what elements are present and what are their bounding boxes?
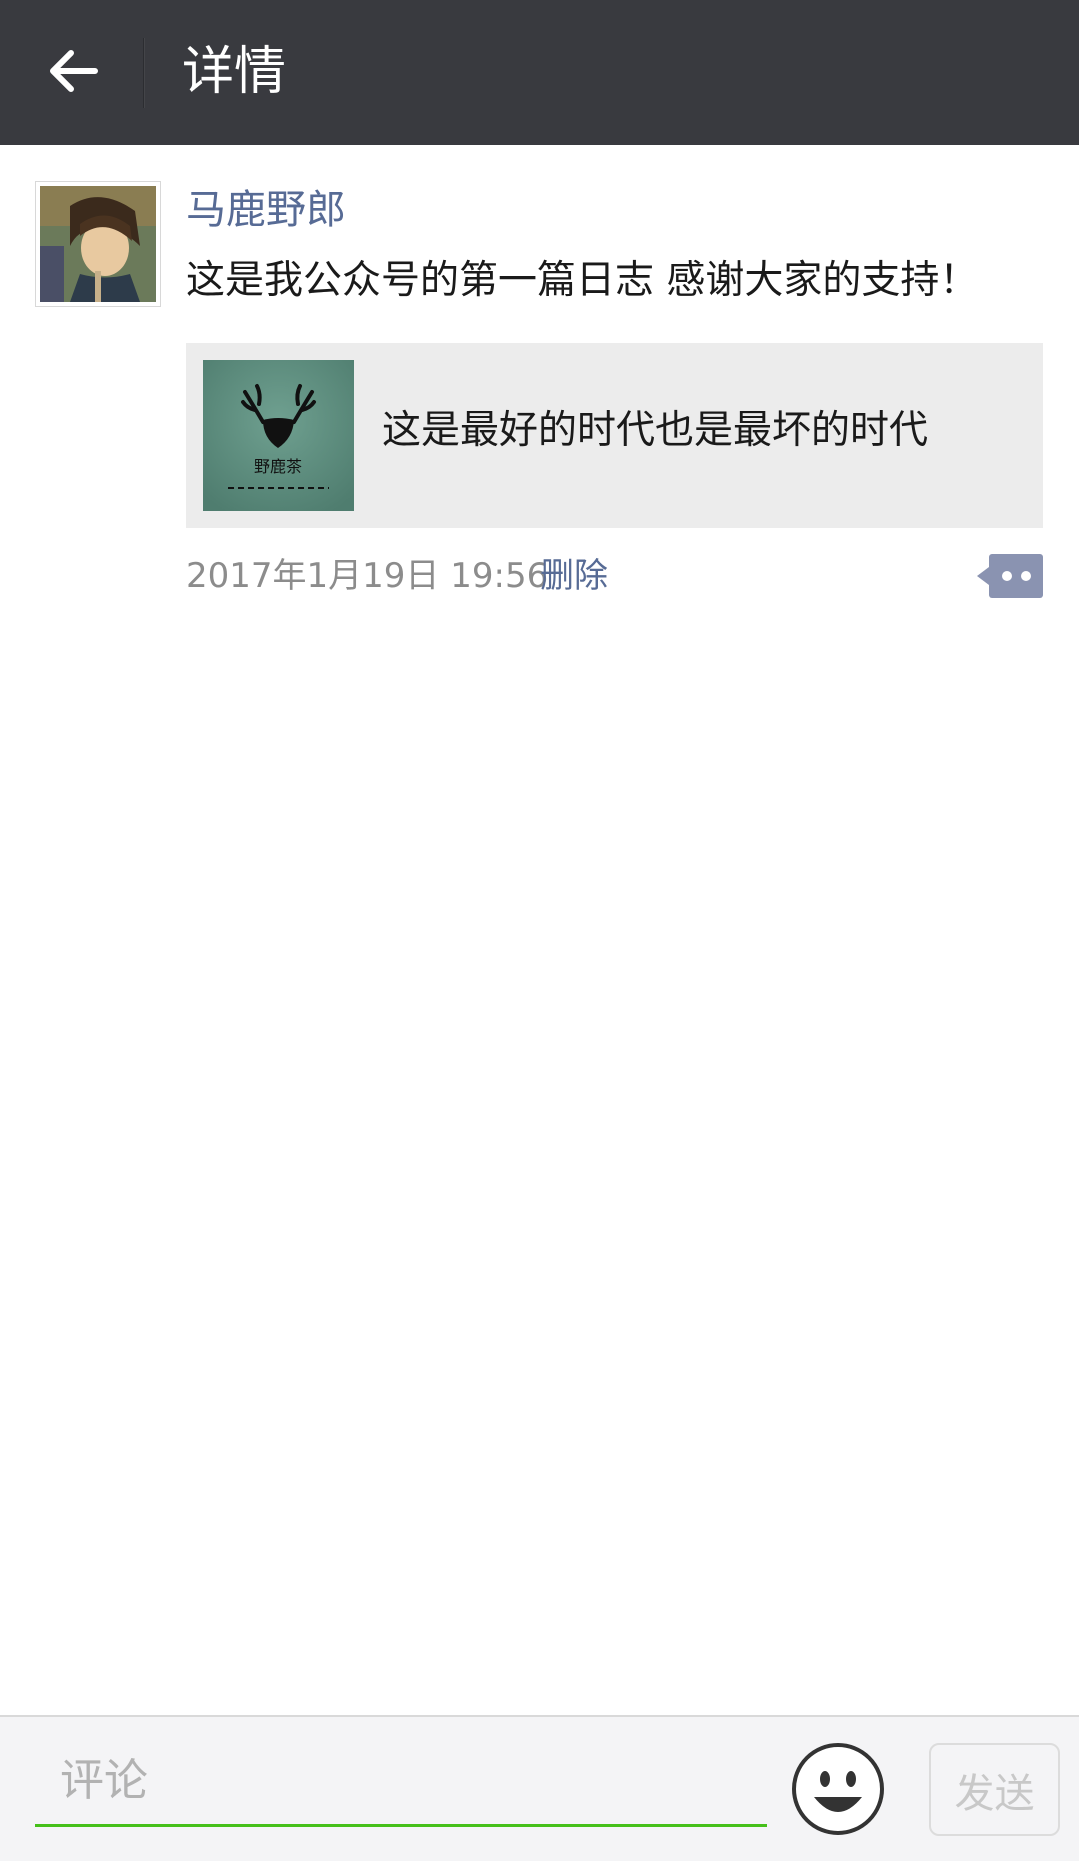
link-title: 这是最好的时代也是最坏的时代 [382, 408, 929, 453]
avatar[interactable] [35, 181, 161, 307]
shared-link-card[interactable]: 野鹿茶 这是最好的时代也是最坏的时代 [186, 343, 1043, 528]
back-button[interactable] [30, 30, 115, 115]
delete-button[interactable]: 删除 [540, 553, 608, 599]
send-button[interactable]: 发送 [929, 1743, 1060, 1836]
svg-text:野鹿茶: 野鹿茶 [254, 457, 302, 476]
comment-bar: 发送 [0, 1715, 1079, 1861]
comment-input[interactable] [35, 1737, 767, 1827]
topbar-divider [143, 38, 145, 108]
emoji-icon [790, 1743, 886, 1841]
page-title: 详情 [182, 42, 287, 102]
top-bar: 详情 [0, 0, 1079, 145]
comment-more-button[interactable] [975, 553, 1043, 599]
post-author[interactable]: 马鹿野郎 [186, 184, 346, 236]
link-thumbnail: 野鹿茶 [203, 360, 354, 511]
post-timestamp: 2017年1月19日 19:56 [186, 556, 549, 596]
arrow-left-icon [45, 43, 101, 103]
comment-more-icon [975, 554, 1043, 603]
avatar-image [40, 186, 156, 302]
emoji-button[interactable] [790, 1741, 886, 1837]
post-text: 这是我公众号的第一篇日志 感谢大家的支持！ [186, 258, 979, 303]
